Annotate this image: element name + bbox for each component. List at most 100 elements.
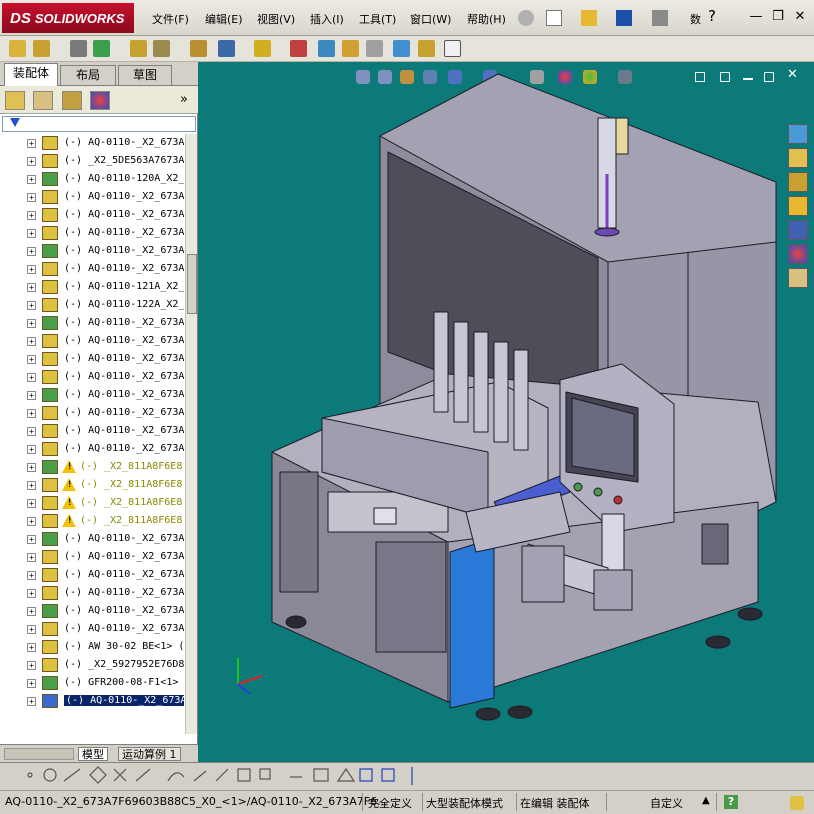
tree-filter[interactable]: [2, 116, 196, 132]
restore-icon[interactable]: ❐: [770, 9, 786, 25]
expand-node-icon[interactable]: +: [27, 391, 36, 400]
expand-node-icon[interactable]: +: [27, 157, 36, 166]
tree-row[interactable]: + (-) AQ-0110-_X2_673A: [0, 188, 184, 206]
sketch-tools[interactable]: [0, 763, 440, 791]
tree-row[interactable]: + (-) _X2_811A8F6E8: [0, 476, 184, 494]
configurationmanager-icon[interactable]: [62, 91, 82, 110]
expand-node-icon[interactable]: +: [27, 409, 36, 418]
tree-row[interactable]: + (-) _X2_5927952E76D8: [0, 656, 184, 674]
expand-node-icon[interactable]: +: [27, 697, 36, 706]
menu-window[interactable]: 窗口(W): [410, 11, 451, 27]
solidworks-logo[interactable]: DS SOLIDWORKS: [2, 3, 134, 33]
menu-extra[interactable]: 数: [690, 11, 701, 27]
tab-layout[interactable]: 布局: [60, 65, 116, 85]
view-palette-icon[interactable]: [788, 220, 808, 240]
pin-icon[interactable]: [518, 10, 534, 26]
tree-row[interactable]: + (-) AQ-0110-_X2_673A: [0, 530, 184, 548]
tree-row[interactable]: + (-) AQ-0110-_X2_673A: [0, 440, 184, 458]
expand-node-icon[interactable]: +: [27, 283, 36, 292]
tree-row[interactable]: + (-) AQ-0110-_X2_673A: [0, 242, 184, 260]
expand-node-icon[interactable]: +: [27, 499, 36, 508]
interference-detection-icon[interactable]: [366, 40, 383, 57]
displaymanager-icon[interactable]: [90, 91, 110, 110]
menu-tools[interactable]: 工具(T): [359, 11, 396, 27]
tree-row[interactable]: + (-) _X2_811A8F6E8: [0, 512, 184, 530]
tree-row[interactable]: + (-) AQ-0110-_X2_673A: [0, 206, 184, 224]
tab-motion-study[interactable]: 运动算例 1: [118, 747, 181, 761]
filter-icon[interactable]: [10, 118, 20, 127]
bill-of-materials-icon[interactable]: [290, 40, 307, 57]
expand-node-icon[interactable]: +: [27, 535, 36, 544]
tree-row[interactable]: + (-) AQ-0110-_X2_673A: [0, 584, 184, 602]
tree-row[interactable]: + (-) AQ-0110-_X2_673A: [0, 314, 184, 332]
rebuild-icon[interactable]: [790, 796, 804, 810]
tree-row[interactable]: + (-) AQ-0110-_X2_673A: [0, 332, 184, 350]
solidworks-resources-icon[interactable]: [788, 124, 808, 144]
new-document-icon[interactable]: [546, 10, 562, 26]
design-library-icon[interactable]: [788, 172, 808, 192]
expand-node-icon[interactable]: +: [27, 175, 36, 184]
tab-model[interactable]: 模型: [78, 747, 108, 761]
featuremanager-tree-icon[interactable]: [5, 91, 25, 110]
expand-node-icon[interactable]: +: [27, 139, 36, 148]
tree-row[interactable]: + (-) AQ-0110-120A_X2_: [0, 170, 184, 188]
expand-node-icon[interactable]: +: [27, 445, 36, 454]
clearance-verification-icon[interactable]: [393, 40, 410, 57]
open-folder-icon[interactable]: [581, 10, 597, 26]
show-hidden-icon[interactable]: [153, 40, 170, 57]
tree-row[interactable]: + (-) AQ-0110-_X2_673A: [0, 224, 184, 242]
new-motion-study-icon[interactable]: [254, 40, 271, 57]
explode-line-sketch-icon[interactable]: [342, 40, 359, 57]
tree-row[interactable]: + (-) AQ-0110-_X2_673A: [0, 368, 184, 386]
tree-row[interactable]: + (-) AQ-0110-_X2_673A: [0, 260, 184, 278]
tree-row[interactable]: + (-) AQ-0110-_X2_673A: [0, 548, 184, 566]
pattern-icon[interactable]: [93, 40, 110, 57]
help-icon[interactable]: ?: [708, 7, 716, 25]
tree-row[interactable]: + (-) AQ-0110-_X2_673A: [0, 692, 184, 710]
tree-row[interactable]: + (-) GFR200-08-F1<1>: [0, 674, 184, 692]
tab-assembly[interactable]: 装配体: [4, 63, 58, 86]
move-component-icon[interactable]: [130, 40, 147, 57]
tree-row[interactable]: + (-) _X2_5DE563A7673A: [0, 152, 184, 170]
custom-properties-icon[interactable]: [788, 268, 808, 288]
expand-node-icon[interactable]: +: [27, 589, 36, 598]
menu-file[interactable]: 文件(F): [152, 11, 189, 27]
expand-node-icon[interactable]: +: [27, 301, 36, 310]
menu-view[interactable]: 视图(V): [257, 11, 295, 27]
menu-insert[interactable]: 插入(I): [310, 11, 344, 27]
tree-row[interactable]: + (-) AQ-0110-_X2_673A: [0, 620, 184, 638]
propertymanager-icon[interactable]: [33, 91, 53, 110]
menu-help[interactable]: 帮助(H): [467, 11, 506, 27]
tree-row[interactable]: + (-) _X2_811A8F6E8: [0, 458, 184, 476]
expand-node-icon[interactable]: +: [27, 193, 36, 202]
tree-row[interactable]: + (-) AQ-0110-_X2_673A: [0, 404, 184, 422]
expand-node-icon[interactable]: +: [27, 625, 36, 634]
expand-node-icon[interactable]: +: [27, 427, 36, 436]
expand-node-icon[interactable]: +: [27, 211, 36, 220]
expand-node-icon[interactable]: +: [27, 643, 36, 652]
expand-node-icon[interactable]: +: [27, 319, 36, 328]
expand-node-icon[interactable]: +: [27, 337, 36, 346]
expand-node-icon[interactable]: +: [27, 355, 36, 364]
menu-edit[interactable]: 编辑(E): [205, 11, 243, 27]
status-units[interactable]: 自定义: [650, 795, 683, 811]
tree-row[interactable]: + (-) AQ-0110-121A_X2_: [0, 278, 184, 296]
expand-node-icon[interactable]: +: [27, 679, 36, 688]
expand-panel-icon[interactable]: »: [180, 92, 188, 107]
tree-row[interactable]: + (-) AQ-0110-_X2_673A: [0, 386, 184, 404]
tab-sketch[interactable]: 草图: [118, 65, 172, 85]
minimize-icon[interactable]: —: [748, 9, 764, 25]
expand-node-icon[interactable]: +: [27, 517, 36, 526]
expand-node-icon[interactable]: +: [27, 265, 36, 274]
reference-geometry-icon[interactable]: [218, 40, 235, 57]
expand-node-icon[interactable]: +: [27, 607, 36, 616]
exploded-view-icon[interactable]: [318, 40, 335, 57]
assembly-model[interactable]: [198, 62, 814, 762]
expand-node-icon[interactable]: +: [27, 553, 36, 562]
expand-node-icon[interactable]: +: [27, 247, 36, 256]
save-icon[interactable]: [616, 10, 632, 26]
print-icon[interactable]: [652, 10, 668, 26]
scrollbar-thumb[interactable]: [187, 254, 197, 314]
expand-node-icon[interactable]: +: [27, 463, 36, 472]
file-explorer-icon[interactable]: [788, 196, 808, 216]
